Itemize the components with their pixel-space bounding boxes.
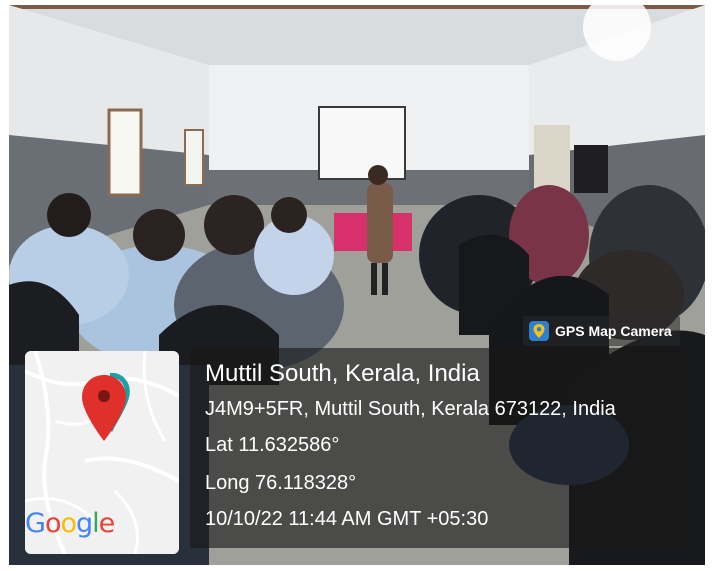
- location-pin-icon: [82, 373, 130, 441]
- google-logo: Google: [25, 508, 115, 539]
- google-logo-text: Google: [25, 508, 115, 539]
- map-pin-app-icon: [529, 321, 549, 341]
- latitude-text: Lat 11.632586°: [205, 434, 340, 456]
- location-address: J4M9+5FR, Muttil South, Kerala 673122, I…: [205, 398, 616, 420]
- location-title: Muttil South, Kerala, India: [205, 360, 480, 387]
- map-thumbnail: Google: [25, 351, 179, 554]
- longitude-text: Long 76.118328°: [205, 472, 357, 494]
- badge-label: GPS Map Camera: [555, 323, 672, 339]
- gps-map-camera-badge: GPS Map Camera: [523, 316, 680, 346]
- photo-frame: GPS Map Camera Google Muttil South, Kera…: [0, 0, 713, 571]
- timestamp-text: 10/10/22 11:44 AM GMT +05:30: [205, 508, 489, 530]
